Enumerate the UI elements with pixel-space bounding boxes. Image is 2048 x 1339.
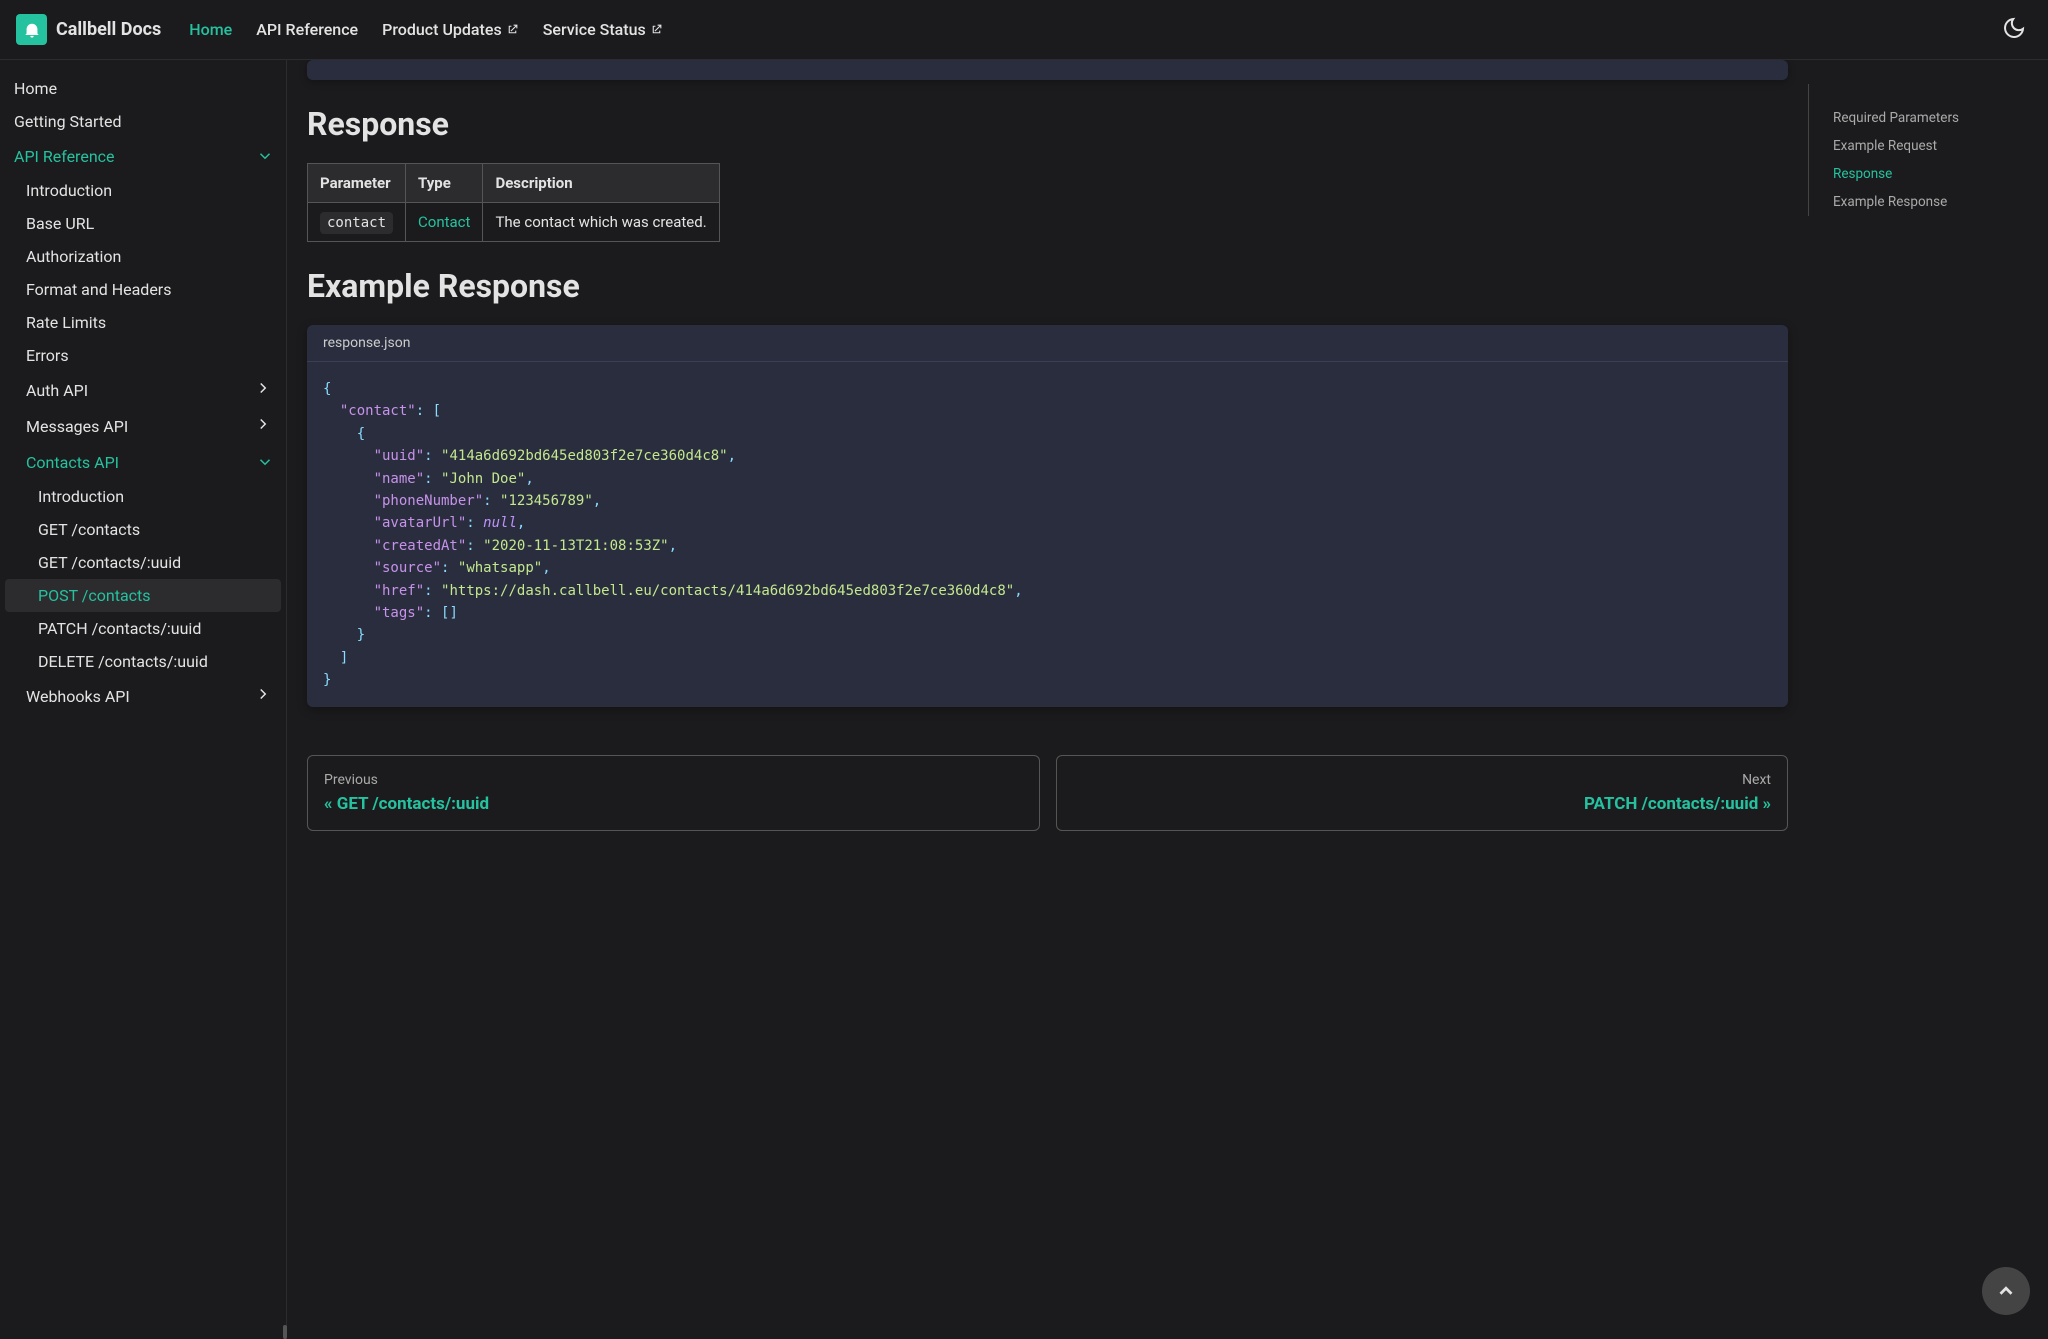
sidebar-item-getting-started[interactable]: Getting Started [0, 105, 286, 138]
sidebar-item-label: GET /contacts [38, 520, 140, 539]
external-link-icon [650, 23, 663, 36]
example-response-heading: Example Response [307, 267, 1788, 305]
sidebar-item-delete-contacts-uuid[interactable]: DELETE /contacts/:uuid [0, 645, 286, 678]
sidebar-item-label: GET /contacts/:uuid [38, 553, 181, 572]
moon-icon [2002, 16, 2026, 40]
nav-link-home[interactable]: Home [189, 20, 232, 39]
toc-item-required-parameters[interactable]: Required Parameters [1833, 104, 2032, 132]
next-label: Next [1073, 772, 1772, 788]
table-of-contents: Required ParametersExample RequestRespon… [1808, 84, 2048, 216]
sidebar-item-label: PATCH /contacts/:uuid [38, 619, 201, 638]
sidebar-item-webhooks-api[interactable]: Webhooks API [0, 678, 286, 714]
main-content: Response Parameter Type Description cont… [287, 60, 1808, 1339]
sidebar-item-patch-contacts-uuid[interactable]: PATCH /contacts/:uuid [0, 612, 286, 645]
theme-toggle[interactable] [1996, 10, 2032, 49]
next-page-link[interactable]: Next PATCH /contacts/:uuid » [1056, 755, 1789, 831]
bell-icon [22, 20, 42, 40]
type-link[interactable]: Contact [418, 213, 470, 231]
sidebar: Home Getting Started API Reference Introduc… [0, 60, 287, 1339]
sidebar-item-label: Base URL [26, 214, 94, 233]
sidebar-item-label: Authorization [26, 247, 121, 266]
th-parameter: Parameter [308, 164, 406, 203]
sidebar-item-get-contacts[interactable]: GET /contacts [0, 513, 286, 546]
sidebar-item-label: Messages API [26, 417, 128, 436]
sidebar-item-label: Contacts API [26, 453, 119, 472]
sidebar-item-label: Introduction [26, 181, 112, 200]
toc-item-response[interactable]: Response [1833, 160, 2032, 188]
sidebar-item-authorization[interactable]: Authorization [0, 240, 286, 273]
example-response-code: response.json { "contact": [ { "uuid": "… [307, 325, 1788, 707]
prev-page-link[interactable]: Previous « GET /contacts/:uuid [307, 755, 1040, 831]
sidebar-item-label: Home [14, 79, 57, 98]
sidebar-item-label: POST /contacts [38, 586, 151, 605]
brand-logo[interactable] [16, 14, 47, 45]
prev-title: « GET /contacts/:uuid [324, 794, 1023, 814]
nav-link-api-reference[interactable]: API Reference [256, 20, 358, 39]
scroll-to-top-button[interactable] [1982, 1267, 2030, 1315]
toc-item-example-request[interactable]: Example Request [1833, 132, 2032, 160]
sidebar-item-errors[interactable]: Errors [0, 339, 286, 372]
chevron-up-icon [1995, 1280, 2017, 1302]
param-desc: The contact which was created. [483, 203, 719, 242]
top-header: Callbell Docs Home API Reference Product U… [0, 0, 2048, 60]
sidebar-item-api-reference[interactable]: API Reference [0, 138, 286, 174]
sidebar-item-post-contacts[interactable]: POST /contacts [5, 579, 281, 612]
external-link-icon [506, 23, 519, 36]
brand-title[interactable]: Callbell Docs [56, 19, 161, 40]
prev-label: Previous [324, 772, 1023, 788]
nav-link-service-status[interactable]: Service Status [543, 20, 663, 39]
sidebar-item-home[interactable]: Home [0, 72, 286, 105]
sidebar-item-format-and-headers[interactable]: Format and Headers [0, 273, 286, 306]
pagination: Previous « GET /contacts/:uuid Next PATC… [307, 755, 1788, 831]
sidebar-item-label: Getting Started [14, 112, 122, 131]
response-table: Parameter Type Description contact Conta… [307, 163, 720, 242]
sidebar-item-rate-limits[interactable]: Rate Limits [0, 306, 286, 339]
sidebar-item-label: Webhooks API [26, 687, 130, 706]
sidebar-item-label: DELETE /contacts/:uuid [38, 652, 208, 671]
sidebar-item-introduction[interactable]: Introduction [0, 480, 286, 513]
chevron-down-icon [252, 453, 274, 471]
top-nav: Home API Reference Product Updates Service … [189, 20, 662, 39]
th-type: Type [406, 164, 483, 203]
sidebar-item-auth-api[interactable]: Auth API [0, 372, 286, 408]
prev-codeblock-remnant [307, 60, 1788, 80]
nav-link-product-updates[interactable]: Product Updates [382, 20, 519, 39]
code-title: response.json [307, 325, 1788, 362]
chevron-right-icon [254, 379, 272, 401]
code-body: { "contact": [ { "uuid": "414a6d692bd645… [307, 362, 1788, 707]
toc-item-example-response[interactable]: Example Response [1833, 188, 2032, 216]
sidebar-item-label: API Reference [14, 147, 115, 166]
chevron-right-icon [254, 415, 272, 437]
sidebar-scrollbar[interactable] [283, 1325, 287, 1339]
sidebar-item-base-url[interactable]: Base URL [0, 207, 286, 240]
param-name: contact [320, 212, 393, 234]
table-row: contact Contact The contact which was cr… [308, 203, 720, 242]
sidebar-item-label: Rate Limits [26, 313, 106, 332]
chevron-down-icon [252, 147, 274, 165]
next-title: PATCH /contacts/:uuid » [1073, 794, 1772, 814]
th-description: Description [483, 164, 719, 203]
response-heading: Response [307, 105, 1788, 143]
sidebar-item-get-contacts-uuid[interactable]: GET /contacts/:uuid [0, 546, 286, 579]
sidebar-item-label: Auth API [26, 381, 88, 400]
sidebar-item-contacts-api[interactable]: Contacts API [0, 444, 286, 480]
sidebar-item-label: Format and Headers [26, 280, 171, 299]
sidebar-item-label: Errors [26, 346, 69, 365]
sidebar-item-introduction[interactable]: Introduction [0, 174, 286, 207]
chevron-right-icon [254, 685, 272, 707]
sidebar-item-messages-api[interactable]: Messages API [0, 408, 286, 444]
sidebar-item-label: Introduction [38, 487, 124, 506]
